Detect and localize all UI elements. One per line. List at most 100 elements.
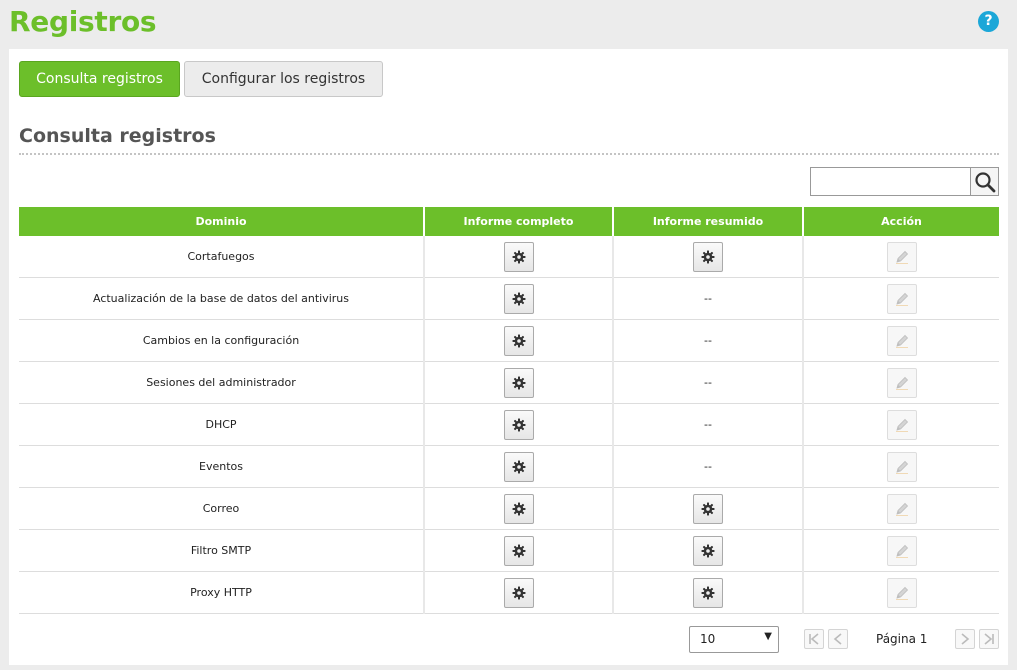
action-cell [802, 403, 999, 446]
table-row: Proxy HTTP [19, 571, 999, 614]
column-header-informe-resumido: Informe resumido [612, 207, 803, 236]
next-page-icon [961, 633, 970, 645]
full-report-button[interactable] [503, 367, 534, 398]
full-report-button[interactable] [503, 283, 534, 314]
page-indicator: Página 1 [876, 632, 928, 646]
gear-icon [512, 250, 525, 263]
last-page-button[interactable] [979, 629, 999, 649]
search-button[interactable] [970, 167, 999, 196]
domain-cell: Filtro SMTP [19, 529, 424, 572]
full-report-cell [423, 236, 613, 278]
full-report-cell [423, 571, 613, 614]
first-page-button[interactable] [804, 629, 824, 649]
gear-icon [512, 376, 525, 389]
action-cell [802, 571, 999, 614]
domain-cell: Sesiones del administrador [19, 361, 424, 404]
tab-consulta-registros[interactable]: Consulta registros [19, 61, 180, 97]
action-cell [802, 236, 999, 278]
first-page-icon [809, 633, 819, 645]
gear-icon [701, 544, 715, 557]
section-title: Consulta registros [19, 123, 999, 155]
table-row: Cortafuegos [19, 236, 999, 278]
summary-report-empty: -- [704, 418, 712, 431]
full-report-cell [423, 487, 613, 530]
table-row: Actualización de la base de datos del an… [19, 277, 999, 320]
chevron-down-icon: ▼ [764, 631, 772, 642]
domain-cell: Cambios en la configuración [19, 319, 424, 362]
action-cell [802, 529, 999, 572]
summary-report-button[interactable] [693, 493, 723, 524]
table-row: Correo [19, 487, 999, 530]
prev-page-button[interactable] [828, 629, 848, 649]
edit-button[interactable] [886, 241, 917, 272]
gear-icon [701, 250, 715, 263]
page-title: Registros [9, 5, 157, 38]
pencil-icon [895, 544, 908, 558]
page-size-value: 10 [700, 632, 716, 646]
summary-report-button[interactable] [693, 241, 723, 272]
edit-button[interactable] [886, 283, 917, 314]
gear-icon [701, 502, 715, 515]
page-size-select[interactable]: 10 ▼ [689, 626, 779, 653]
table-row: Eventos -- [19, 445, 999, 488]
tab-configurar-registros[interactable]: Configurar los registros [184, 61, 383, 97]
edit-button[interactable] [886, 409, 917, 440]
summary-report-empty: -- [704, 334, 712, 347]
pencil-icon [895, 460, 908, 474]
edit-button[interactable] [886, 535, 917, 566]
pencil-icon [895, 334, 908, 348]
full-report-cell [423, 277, 613, 320]
gear-icon [512, 292, 525, 305]
main-panel: Consulta registros Configurar los regist… [9, 49, 1008, 665]
summary-report-button[interactable] [693, 577, 723, 608]
summary-report-empty: -- [704, 292, 712, 305]
full-report-cell [423, 445, 613, 488]
gear-icon [512, 502, 525, 515]
gear-icon [512, 418, 525, 431]
next-page-button[interactable] [955, 629, 975, 649]
full-report-button[interactable] [503, 451, 534, 482]
pencil-icon [895, 292, 908, 306]
summary-report-cell [612, 571, 803, 614]
edit-button[interactable] [886, 325, 917, 356]
action-cell [802, 277, 999, 320]
pencil-icon [895, 502, 908, 516]
help-icon[interactable]: ? [978, 11, 999, 32]
summary-report-cell: -- [612, 445, 803, 488]
edit-button[interactable] [886, 451, 917, 482]
pencil-icon [895, 586, 908, 600]
full-report-button[interactable] [503, 577, 534, 608]
full-report-button[interactable] [503, 493, 534, 524]
search-input[interactable] [810, 167, 970, 196]
summary-report-empty: -- [704, 376, 712, 389]
table-row: DHCP -- [19, 403, 999, 446]
edit-button[interactable] [886, 577, 917, 608]
summary-report-cell [612, 529, 803, 572]
domain-cell: DHCP [19, 403, 424, 446]
summary-report-cell [612, 236, 803, 278]
action-cell [802, 487, 999, 530]
action-cell [802, 445, 999, 488]
domain-cell: Proxy HTTP [19, 571, 424, 614]
full-report-button[interactable] [503, 535, 534, 566]
edit-button[interactable] [886, 367, 917, 398]
summary-report-cell: -- [612, 403, 803, 446]
full-report-button[interactable] [503, 241, 534, 272]
summary-report-cell: -- [612, 277, 803, 320]
action-cell [802, 319, 999, 362]
gear-icon [512, 460, 525, 473]
summary-report-button[interactable] [693, 535, 723, 566]
summary-report-cell [612, 487, 803, 530]
full-report-button[interactable] [503, 409, 534, 440]
gear-icon [701, 586, 715, 599]
pencil-icon [895, 418, 908, 432]
table-row: Filtro SMTP [19, 529, 999, 572]
gear-icon [512, 334, 525, 347]
summary-report-cell: -- [612, 361, 803, 404]
full-report-cell [423, 529, 613, 572]
summary-report-empty: -- [704, 460, 712, 473]
edit-button[interactable] [886, 493, 917, 524]
full-report-cell [423, 319, 613, 362]
full-report-cell [423, 403, 613, 446]
full-report-button[interactable] [503, 325, 534, 356]
